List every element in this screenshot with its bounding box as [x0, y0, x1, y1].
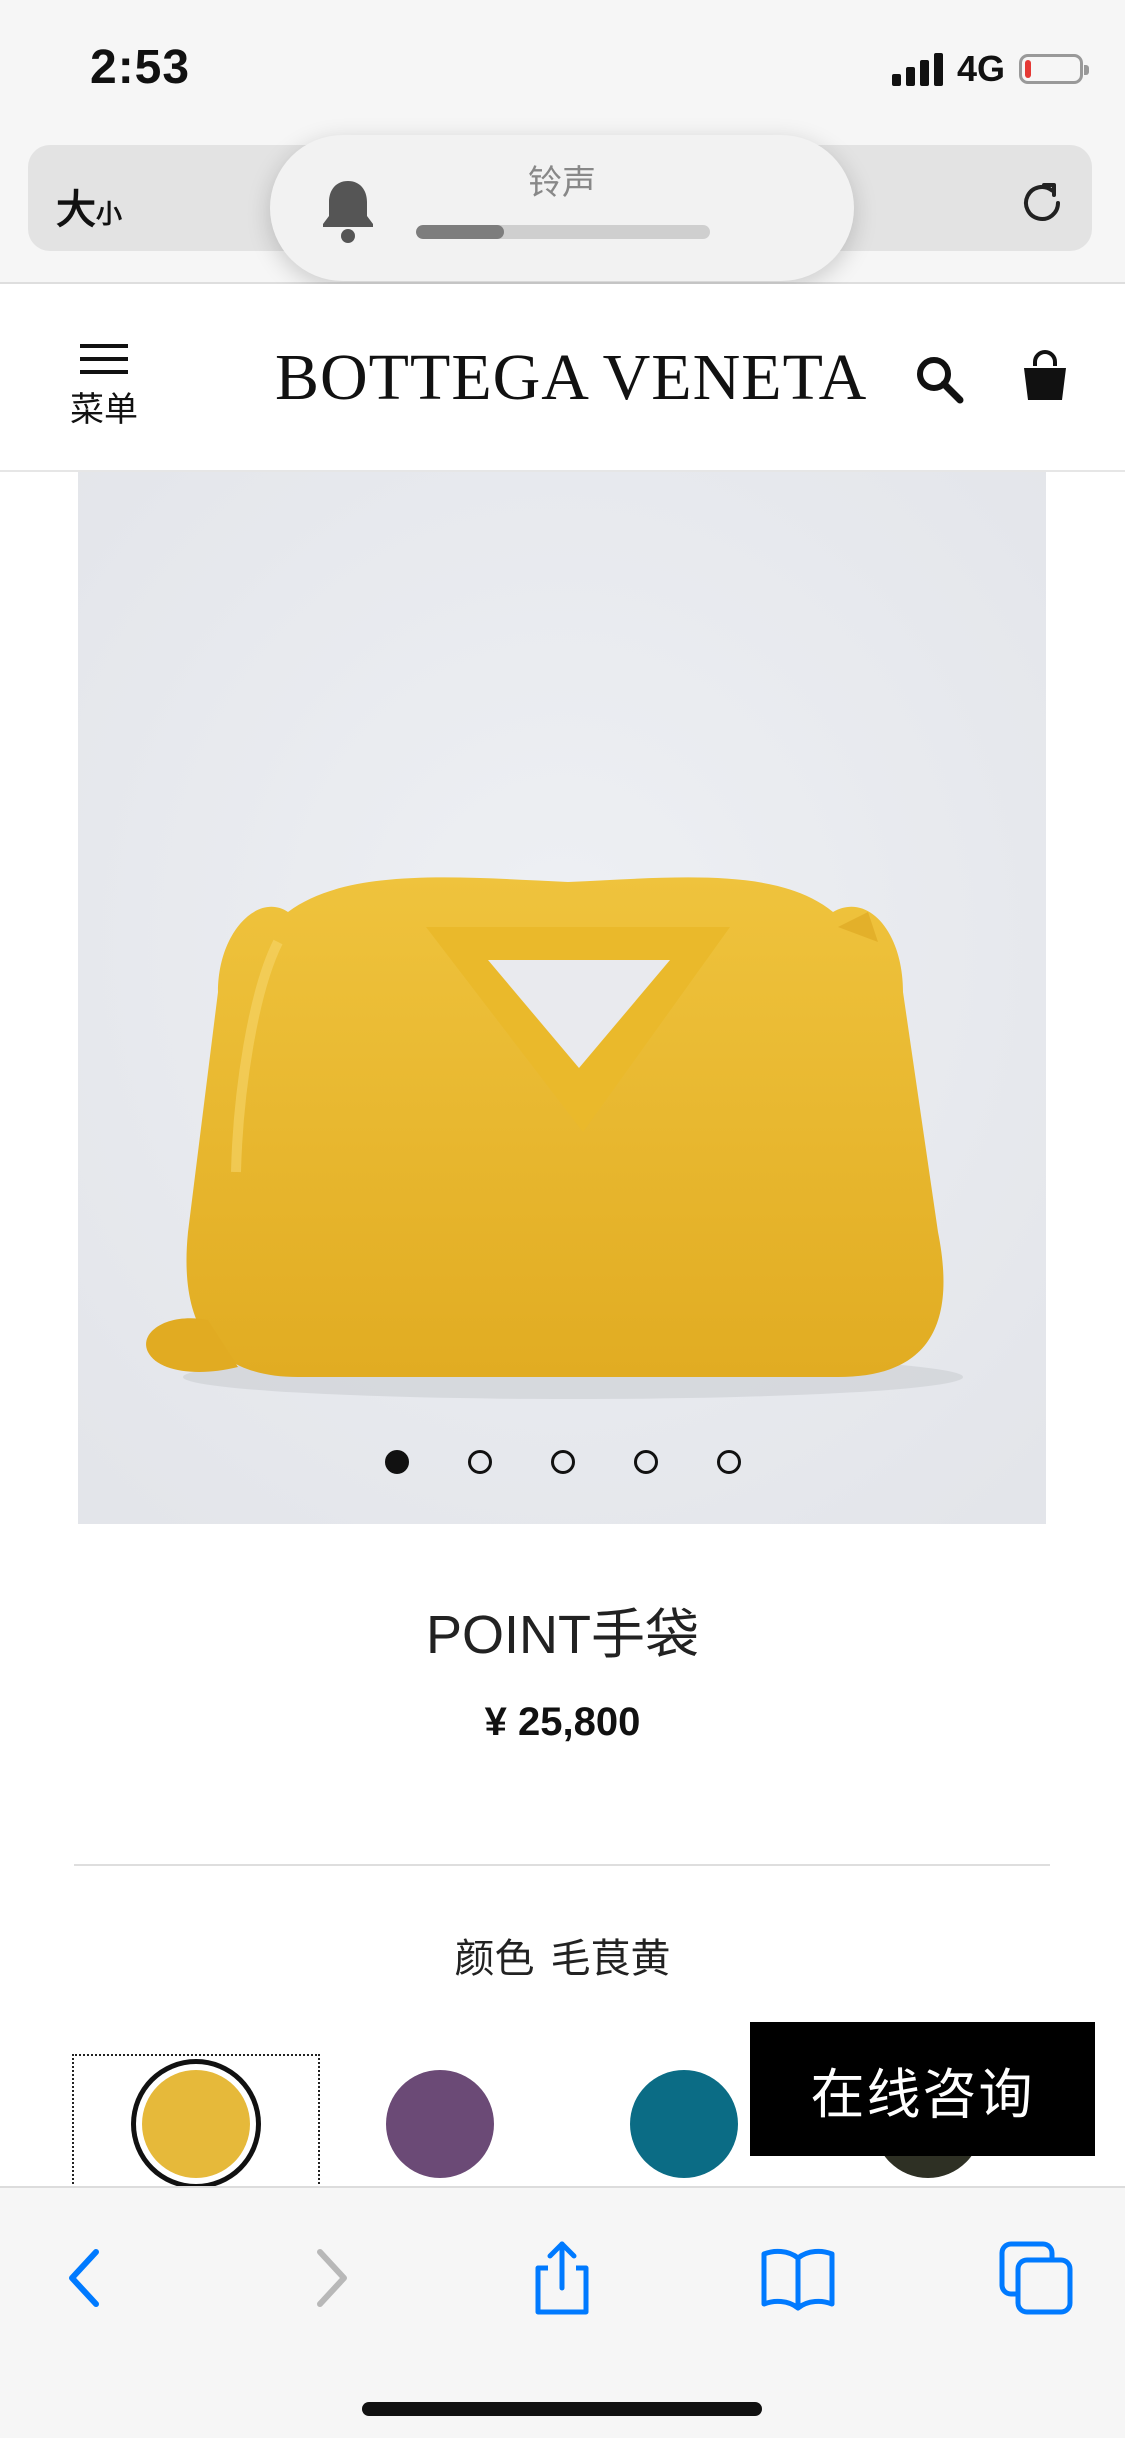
product-price: ¥ 25,800 — [484, 1700, 641, 1744]
color-name: 毛茛黄 — [550, 1937, 671, 1981]
color-swatch-teal[interactable] — [630, 2070, 738, 2178]
forward-icon[interactable] — [288, 2238, 368, 2318]
menu-label: 菜单 — [70, 391, 138, 429]
status-indicators: 4G — [891, 48, 1089, 90]
status-time: 2:53 — [90, 41, 191, 94]
back-icon[interactable] — [48, 2238, 128, 2318]
carousel-dot[interactable] — [633, 1450, 658, 1474]
network-type: 4G — [956, 48, 1005, 89]
volume-bar — [416, 225, 710, 239]
status-bar: 2:53 4G — [0, 0, 1125, 135]
search-icon[interactable] — [912, 352, 968, 408]
carousel-dot[interactable] — [384, 1450, 409, 1474]
product-title: POINT手袋 — [425, 1605, 699, 1665]
brand-logo[interactable]: BOTTEGA VENETA — [275, 340, 867, 416]
signal-icon — [891, 52, 943, 86]
reload-icon[interactable] — [1014, 175, 1070, 231]
address-bar: 大小 铃声 — [0, 135, 1125, 284]
shopping-bag-icon[interactable] — [1020, 348, 1070, 404]
carousel-dot[interactable] — [550, 1450, 575, 1474]
product-image — [78, 472, 1046, 1524]
battery-icon — [1019, 54, 1089, 84]
carousel-dot[interactable] — [716, 1450, 741, 1474]
volume-label: 铃声 — [528, 164, 596, 202]
carousel-dots — [0, 1450, 1125, 1474]
text-size-label-big: 大 — [56, 188, 96, 232]
volume-fill — [416, 225, 505, 239]
bookmarks-icon[interactable] — [758, 2238, 838, 2318]
menu-button[interactable]: 菜单 — [62, 344, 146, 431]
color-info: 颜色 毛茛黄 — [0, 1926, 1125, 1984]
share-icon[interactable] — [522, 2238, 602, 2318]
hamburger-icon — [80, 344, 128, 374]
color-swatch-purple[interactable] — [386, 2070, 494, 2178]
battery-level — [1025, 60, 1032, 78]
online-chat-button[interactable]: 在线咨询 — [750, 2022, 1095, 2156]
carousel-dot[interactable] — [467, 1450, 492, 1474]
divider — [74, 1864, 1050, 1866]
home-indicator — [362, 2402, 762, 2416]
color-swatch-yellow[interactable] — [142, 2070, 250, 2178]
text-size-button[interactable]: 大小 — [56, 177, 122, 235]
color-label: 颜色 — [454, 1937, 535, 1981]
tabs-icon[interactable] — [996, 2238, 1076, 2318]
product-image-carousel[interactable] — [78, 472, 1046, 1524]
text-size-label-small: 小 — [96, 199, 123, 229]
site-header: 菜单 BOTTEGA VENETA — [0, 284, 1125, 472]
volume-hud: 铃声 — [270, 135, 854, 281]
browser-toolbar — [0, 2186, 1125, 2438]
